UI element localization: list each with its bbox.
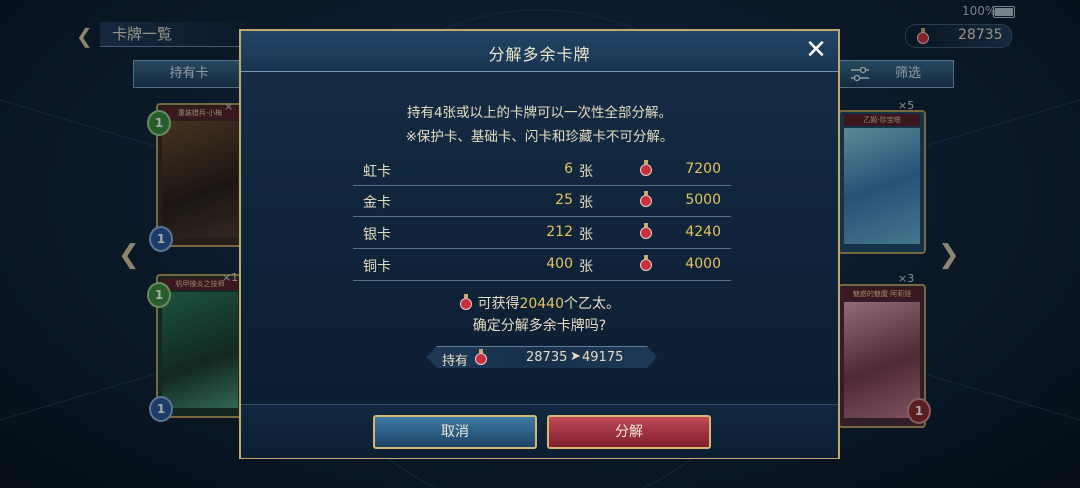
description-line-2: ※保护卡、基础卡、闪卡和珍藏卡不可分解。: [405, 129, 674, 145]
rarity-name: 银卡: [363, 227, 391, 243]
rarity-amount: 7200: [685, 161, 721, 177]
potion-icon: [475, 349, 487, 365]
gain-summary: 可获得20440个乙太。: [241, 293, 838, 313]
confirm-question: 确定分解多余卡牌吗?: [472, 318, 607, 334]
dismantle-button[interactable]: 分解: [547, 415, 711, 449]
potion-icon: [460, 294, 472, 310]
rarity-name: 虹卡: [363, 164, 391, 180]
dialog-footer: [241, 404, 838, 458]
gain-prefix: 可获得: [477, 296, 520, 312]
rarity-amount: 4000: [685, 256, 721, 272]
cancel-button[interactable]: 取消: [373, 415, 537, 449]
gain-value: 20440: [519, 296, 564, 312]
dismantle-dialog: 分解多余卡牌 ✕ 持有4张或以上的卡牌可以一次性全部分解。 ※保护卡、基础卡、闪…: [239, 29, 840, 459]
dialog-header: 分解多余卡牌 ✕: [241, 31, 838, 72]
rarity-unit: 张: [579, 164, 593, 180]
holding-after: 49175: [582, 350, 624, 365]
rarity-row: 铜卡 400 张 4000: [353, 250, 731, 281]
close-icon[interactable]: ✕: [801, 35, 831, 65]
rarity-amount: 4240: [685, 224, 721, 240]
rarity-row: 金卡 25 张 5000: [353, 186, 731, 217]
rarity-unit: 张: [579, 227, 593, 243]
potion-icon: [640, 191, 652, 207]
gain-suffix: 个乙太。: [564, 296, 620, 312]
arrow-right-icon: ➤: [570, 349, 581, 364]
holding-bar: 持有 28735 ➤ 49175: [427, 346, 657, 369]
rarity-quantity: 6: [564, 161, 573, 177]
dialog-title: 分解多余卡牌: [488, 45, 591, 64]
rarity-unit: 张: [579, 259, 593, 275]
potion-icon: [640, 255, 652, 271]
rarity-row: 银卡 212 张 4240: [353, 218, 731, 249]
holding-current: 28735: [526, 350, 568, 365]
potion-icon: [640, 223, 652, 239]
rarity-quantity: 212: [546, 224, 573, 240]
rarity-unit: 张: [579, 195, 593, 211]
potion-icon: [640, 160, 652, 176]
rarity-name: 金卡: [363, 195, 391, 211]
rarity-name: 铜卡: [363, 259, 391, 275]
description-line-1: 持有4张或以上的卡牌可以一次性全部分解。: [406, 105, 673, 121]
holding-label: 持有: [442, 354, 469, 369]
rarity-row: 虹卡 6 张 7200: [353, 155, 731, 186]
rarity-quantity: 400: [546, 256, 573, 272]
rarity-amount: 5000: [685, 192, 721, 208]
rarity-quantity: 25: [555, 192, 573, 208]
